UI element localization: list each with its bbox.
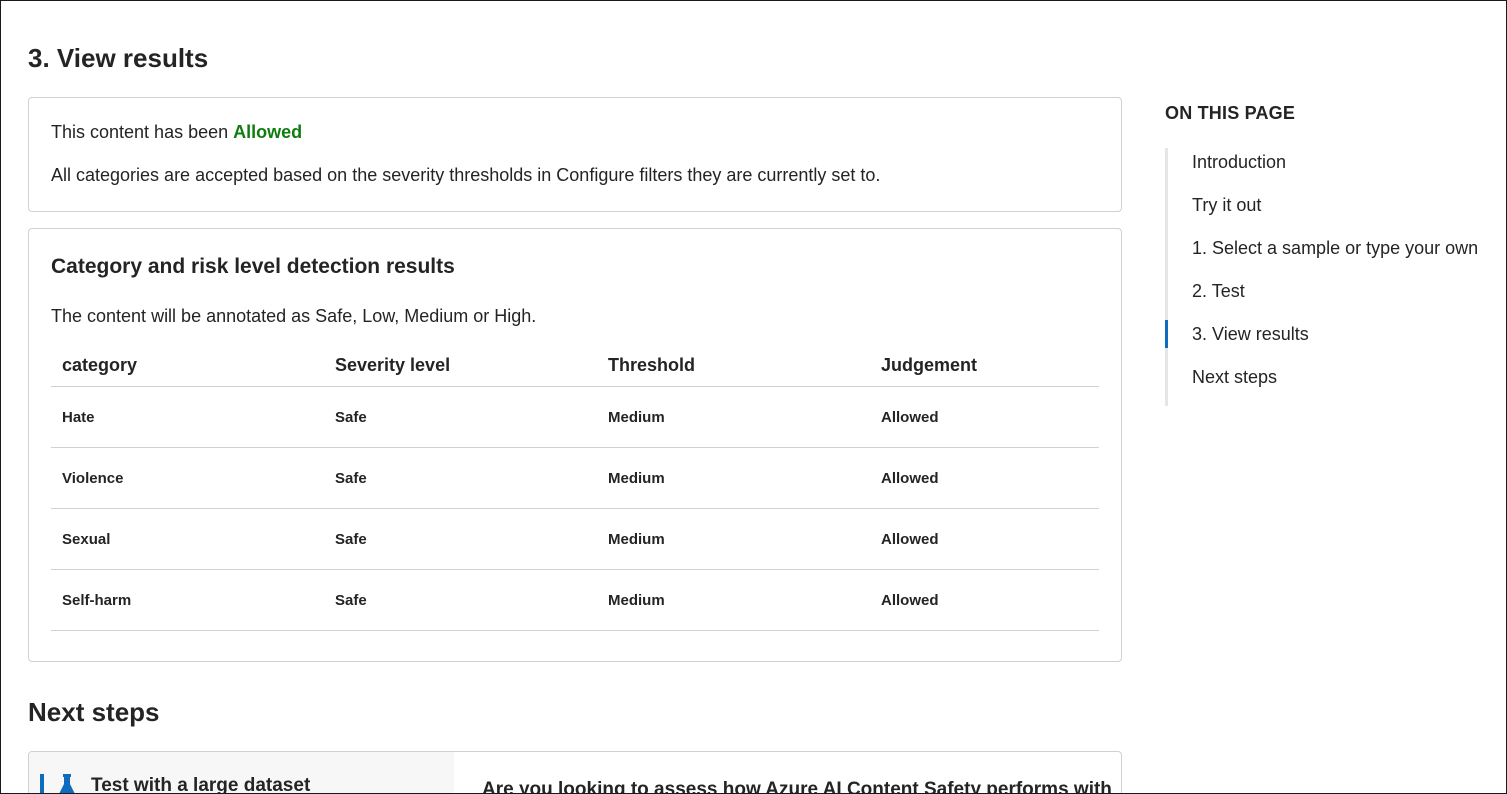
results-subtitle: The content will be annotated as Safe, L…: [51, 306, 537, 326]
table-row: Sexual Safe Medium Allowed: [51, 508, 1099, 570]
cell-severity: Safe: [324, 386, 597, 448]
next-step-description: Are you looking to assess how Azure AI C…: [482, 779, 1112, 794]
next-step-link[interactable]: Test with a large dataset: [29, 752, 454, 794]
cell-category: Self-harm: [51, 569, 324, 631]
section-title: 3. View results: [28, 43, 209, 73]
cell-severity: Safe: [324, 569, 597, 631]
cell-threshold: Medium: [597, 447, 870, 509]
status-card: This content has been Allowed All catego…: [28, 97, 1122, 212]
next-step-label: Test with a large dataset: [91, 775, 311, 794]
cell-category: Hate: [51, 386, 324, 448]
table-header-row: category Severity level Threshold Judgem…: [51, 344, 1099, 387]
cell-category: Violence: [51, 447, 324, 509]
status-verdict: Allowed: [233, 122, 303, 142]
next-step-accent-bar: [40, 774, 44, 793]
status-line: This content has been Allowed: [51, 122, 302, 143]
next-steps-card: Test with a large dataset Are you lookin…: [28, 751, 1122, 794]
toc-list: Introduction Try it out 1. Select a samp…: [1165, 148, 1506, 406]
toc-item-test[interactable]: 2. Test: [1168, 277, 1506, 320]
cell-judgement: Allowed: [870, 569, 1099, 631]
cell-judgement: Allowed: [870, 447, 1099, 509]
cell-threshold: Medium: [597, 569, 870, 631]
next-steps-title: Next steps: [28, 697, 160, 727]
table-row: Hate Safe Medium Allowed: [51, 386, 1099, 448]
toc-item-try-it-out[interactable]: Try it out: [1168, 191, 1506, 234]
cell-judgement: Allowed: [870, 508, 1099, 570]
results-card: Category and risk level detection result…: [28, 228, 1122, 662]
toc-item-select-sample[interactable]: 1. Select a sample or type your own: [1168, 234, 1506, 277]
toc-item-next-steps[interactable]: Next steps: [1168, 363, 1506, 406]
table-row: Violence Safe Medium Allowed: [51, 447, 1099, 509]
cell-threshold: Medium: [597, 508, 870, 570]
table-row: Self-harm Safe Medium Allowed: [51, 569, 1099, 631]
cell-threshold: Medium: [597, 386, 870, 448]
page-frame: 3. View results This content has been Al…: [0, 0, 1507, 794]
results-title: Category and risk level detection result…: [51, 255, 455, 278]
cell-category: Sexual: [51, 508, 324, 570]
column-header-category: category: [51, 344, 324, 387]
column-header-judgement: Judgement: [870, 344, 1099, 387]
status-description: All categories are accepted based on the…: [51, 165, 881, 185]
flask-icon: [59, 774, 75, 793]
cell-severity: Safe: [324, 447, 597, 509]
column-header-severity: Severity level: [324, 344, 597, 387]
toc-item-view-results[interactable]: 3. View results: [1165, 320, 1506, 363]
column-header-threshold: Threshold: [597, 344, 870, 387]
cell-severity: Safe: [324, 508, 597, 570]
toc-heading: ON THIS PAGE: [1165, 103, 1296, 123]
toc-item-introduction[interactable]: Introduction: [1168, 148, 1506, 191]
cell-judgement: Allowed: [870, 386, 1099, 448]
status-prefix: This content has been: [51, 122, 234, 142]
results-table: category Severity level Threshold Judgem…: [51, 344, 1099, 631]
